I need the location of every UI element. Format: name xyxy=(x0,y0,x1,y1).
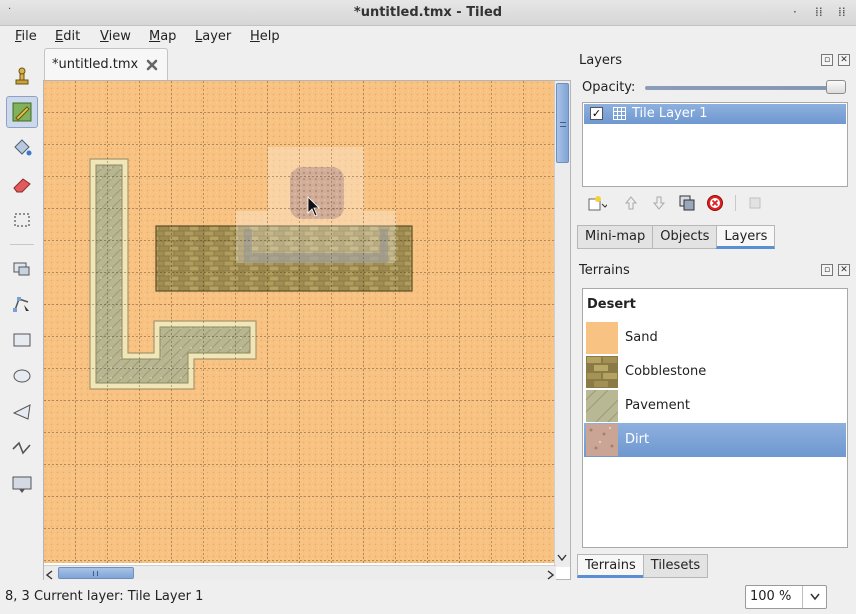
close-tab-icon[interactable] xyxy=(145,58,159,76)
layers-dock-buttons: ▫ ✕ xyxy=(821,54,850,66)
close-panel-icon[interactable]: ✕ xyxy=(838,54,850,66)
horizontal-scroll-handle[interactable] xyxy=(58,567,134,579)
sand-swatch xyxy=(586,322,618,354)
layer-row[interactable]: ✓ Tile Layer 1 xyxy=(584,104,846,124)
document-tab-label: *untitled.tmx xyxy=(52,57,139,72)
title-bar: · *untitled.tmx - Tiled · ⁞⁞ ⁞⁞ xyxy=(0,0,856,26)
terrain-item-pavement[interactable]: Pavement xyxy=(584,389,846,423)
eraser-icon[interactable] xyxy=(6,168,38,200)
map-vertical-scrollbar[interactable] xyxy=(554,81,570,567)
terrain-item-sand[interactable]: Sand xyxy=(584,321,846,355)
close-window-icon[interactable]: ⁞⁞ xyxy=(838,5,846,19)
map-horizontal-scrollbar[interactable] xyxy=(44,565,556,580)
chevron-down-icon[interactable] xyxy=(802,586,826,608)
float-panel-icon[interactable]: ▫ xyxy=(821,54,833,66)
insert-tile-icon[interactable] xyxy=(6,468,38,500)
close-panel-icon[interactable]: ✕ xyxy=(838,264,850,276)
layer-list: ✓ Tile Layer 1 xyxy=(582,102,848,187)
opacity-label: Opacity: xyxy=(582,80,636,95)
terrain-name: Cobblestone xyxy=(625,364,707,379)
terrains-dock-buttons: ▫ ✕ xyxy=(821,264,850,276)
layer-name: Tile Layer 1 xyxy=(632,106,708,121)
minimize-icon[interactable]: · xyxy=(793,5,797,19)
tab-terrains[interactable]: Terrains xyxy=(577,554,644,578)
move-layer-down-icon[interactable] xyxy=(649,193,669,213)
insert-ellipse-icon[interactable] xyxy=(6,360,38,392)
tab-mini-map[interactable]: Mini-map xyxy=(577,225,654,249)
float-panel-icon[interactable]: ▫ xyxy=(821,264,833,276)
rectangle-select-icon[interactable] xyxy=(6,204,38,236)
new-layer-icon[interactable] xyxy=(587,193,607,213)
layer-properties-icon[interactable] xyxy=(745,193,765,213)
dirt-swatch xyxy=(586,424,618,456)
window-title: *untitled.tmx - Tiled xyxy=(353,5,503,20)
tab-tilesets[interactable]: Tilesets xyxy=(642,554,709,578)
terrain-item-dirt[interactable]: Dirt xyxy=(584,423,846,457)
tools-toolbar xyxy=(0,52,44,582)
terrain-brush-icon[interactable] xyxy=(6,96,38,128)
tab-objects[interactable]: Objects xyxy=(652,225,718,249)
layer-visibility-checkbox[interactable]: ✓ xyxy=(590,107,603,120)
scroll-right-arrow[interactable] xyxy=(546,569,555,584)
scroll-down-arrow[interactable] xyxy=(557,554,567,565)
duplicate-layer-icon[interactable] xyxy=(677,193,697,213)
zoom-value: 100 % xyxy=(750,589,792,604)
opacity-slider[interactable] xyxy=(645,80,846,94)
menu-help[interactable]: Help xyxy=(250,29,280,44)
bucket-fill-icon[interactable] xyxy=(6,132,38,164)
menu-bar: File Edit View Map Layer Help xyxy=(0,26,856,48)
dock-tabs-top: Mini-map Objects Layers xyxy=(577,225,776,249)
cobblestone-swatch xyxy=(586,356,618,388)
scroll-left-arrow[interactable] xyxy=(45,569,54,584)
terrain-group-title: Desert xyxy=(587,297,636,312)
zoom-combobox[interactable]: 100 % xyxy=(745,585,827,609)
menu-edit[interactable]: Edit xyxy=(55,29,80,44)
tab-layers[interactable]: Layers xyxy=(716,225,776,249)
terrain-name: Pavement xyxy=(625,398,690,413)
terrains-panel-title: Terrains xyxy=(579,263,630,278)
status-bar: 8, 3 Current layer: Tile Layer 1 xyxy=(0,584,856,614)
vertical-scroll-handle[interactable] xyxy=(556,83,569,163)
remove-layer-icon[interactable] xyxy=(705,193,725,213)
document-tab[interactable]: *untitled.tmx xyxy=(44,48,168,80)
menu-file[interactable]: File xyxy=(15,29,37,44)
tile-layer-icon xyxy=(613,107,626,124)
edit-polygons-icon[interactable] xyxy=(6,288,38,320)
terrain-item-cobblestone[interactable]: Cobblestone xyxy=(584,355,846,389)
stamp-brush-icon[interactable] xyxy=(6,60,38,92)
pavement-swatch xyxy=(585,389,619,423)
status-text: 8, 3 Current layer: Tile Layer 1 xyxy=(5,589,204,604)
menu-view[interactable]: View xyxy=(100,29,131,44)
terrain-name: Dirt xyxy=(625,432,650,447)
menu-layer[interactable]: Layer xyxy=(195,29,231,44)
map-canvas[interactable] xyxy=(44,81,554,563)
menu-map[interactable]: Map xyxy=(149,29,176,44)
select-objects-icon[interactable] xyxy=(6,252,38,284)
insert-polyline-icon[interactable] xyxy=(6,432,38,464)
dock-tabs-bottom: Terrains Tilesets xyxy=(577,554,709,578)
opacity-slider-handle[interactable] xyxy=(826,80,846,94)
terrain-list: Desert Sand Cobblestone Pavement Dirt xyxy=(582,288,848,548)
move-layer-up-icon[interactable] xyxy=(621,193,641,213)
maximize-icon[interactable]: ⁞⁞ xyxy=(815,5,823,19)
insert-rectangle-icon[interactable] xyxy=(6,324,38,356)
insert-polygon-icon[interactable] xyxy=(6,396,38,428)
layers-panel-title: Layers xyxy=(579,53,623,68)
terrain-name: Sand xyxy=(625,330,658,345)
